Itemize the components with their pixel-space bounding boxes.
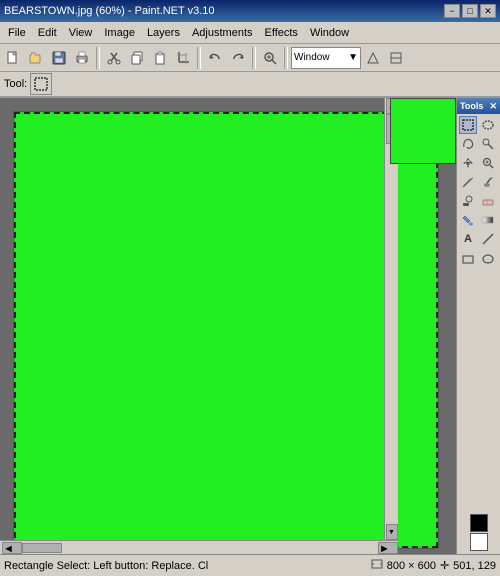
- thumbnail-preview: [390, 98, 456, 164]
- status-right: 800 × 600 ✛ 501, 129: [371, 558, 496, 573]
- open-button[interactable]: [25, 47, 47, 69]
- menu-image[interactable]: Image: [98, 23, 141, 43]
- tool-gradient[interactable]: [479, 211, 497, 229]
- status-bar: Rectangle Select: Left button: Replace. …: [0, 554, 500, 576]
- h-scroll-track[interactable]: [22, 543, 378, 553]
- color-palette[interactable]: [457, 511, 500, 554]
- title-text: BEARSTOWN.jpg (60%) - Paint.NET v3.10: [4, 5, 215, 17]
- coord-icon: ✛: [440, 559, 449, 572]
- menu-layers[interactable]: Layers: [141, 23, 186, 43]
- tool-label: Tool:: [4, 78, 27, 90]
- menu-adjustments[interactable]: Adjustments: [186, 23, 259, 43]
- separator-2: [197, 47, 201, 69]
- canvas-wrapper[interactable]: ◄ ► ▲ ▼: [0, 98, 456, 554]
- tool-text[interactable]: A: [459, 230, 477, 248]
- separator-1: [96, 47, 100, 69]
- separator-4: [284, 47, 288, 69]
- tools-panel: Tools ✕: [456, 98, 500, 554]
- tool-pencil[interactable]: [459, 173, 477, 191]
- tool-ellipse-select[interactable]: [479, 116, 497, 134]
- menu-edit[interactable]: Edit: [32, 23, 63, 43]
- tool-zoom[interactable]: [479, 154, 497, 172]
- tools-close[interactable]: ✕: [489, 101, 497, 112]
- new-button[interactable]: [2, 47, 24, 69]
- tool-line[interactable]: [479, 230, 497, 248]
- title-buttons: − □ ✕: [444, 4, 496, 18]
- zoom-button[interactable]: [259, 47, 281, 69]
- v-scroll-down[interactable]: ▼: [386, 524, 398, 540]
- tool-brush[interactable]: [479, 173, 497, 191]
- vertical-scrollbar[interactable]: ▲ ▼: [384, 98, 398, 540]
- maximize-button[interactable]: □: [462, 4, 478, 18]
- copy-button[interactable]: [126, 47, 148, 69]
- v-scroll-track[interactable]: [386, 114, 398, 524]
- close-button[interactable]: ✕: [480, 4, 496, 18]
- tool-shapes2[interactable]: [479, 249, 497, 267]
- menu-bar: File Edit View Image Layers Adjustments …: [0, 22, 500, 44]
- undo-button[interactable]: [204, 47, 226, 69]
- horizontal-scrollbar[interactable]: ◄ ►: [0, 540, 398, 554]
- separator-3: [252, 47, 256, 69]
- tb-extra2[interactable]: [385, 47, 407, 69]
- tool-shapes1[interactable]: [459, 249, 477, 267]
- canvas-image[interactable]: [14, 112, 438, 548]
- canvas-content: [16, 114, 436, 546]
- tool-eraser[interactable]: [479, 192, 497, 210]
- tool-rect-select[interactable]: [459, 116, 477, 134]
- crop-button[interactable]: [172, 47, 194, 69]
- print-button[interactable]: [71, 47, 93, 69]
- tool-lasso[interactable]: [459, 135, 477, 153]
- background-color[interactable]: [470, 533, 488, 551]
- paste-button[interactable]: [149, 47, 171, 69]
- redo-button[interactable]: [227, 47, 249, 69]
- window-dropdown[interactable]: Window ▼: [291, 47, 361, 69]
- canvas-size: 800 × 600: [387, 560, 436, 572]
- tb-extra1[interactable]: [362, 47, 384, 69]
- tools-header: Tools ✕: [457, 98, 500, 114]
- cursor-coords: 501, 129: [453, 560, 496, 572]
- toolbar2: Tool:: [0, 72, 500, 98]
- h-scroll-thumb[interactable]: [22, 543, 62, 553]
- minimize-button[interactable]: −: [444, 4, 460, 18]
- menu-window[interactable]: Window: [304, 23, 355, 43]
- tool-magic-wand[interactable]: [479, 135, 497, 153]
- main-area: ◄ ► ▲ ▼ Tools ✕: [0, 98, 500, 554]
- size-icon: [371, 558, 383, 573]
- h-scroll-left[interactable]: ◄: [2, 542, 22, 554]
- status-message: Rectangle Select: Left button: Replace. …: [4, 560, 208, 572]
- tool-move[interactable]: [459, 154, 477, 172]
- menu-effects[interactable]: Effects: [259, 23, 304, 43]
- foreground-color[interactable]: [470, 514, 488, 532]
- menu-file[interactable]: File: [2, 23, 32, 43]
- tools-grid: A: [457, 114, 500, 269]
- save-button[interactable]: [48, 47, 70, 69]
- menu-view[interactable]: View: [63, 23, 99, 43]
- tool-fill[interactable]: [459, 211, 477, 229]
- cut-button[interactable]: [103, 47, 125, 69]
- tools-title: Tools: [460, 101, 483, 111]
- tool-clone[interactable]: [459, 192, 477, 210]
- current-tool-icon: [30, 73, 52, 95]
- title-bar: BEARSTOWN.jpg (60%) - Paint.NET v3.10 − …: [0, 0, 500, 22]
- h-scroll-right[interactable]: ►: [378, 542, 398, 554]
- toolbar: Window ▼: [0, 44, 500, 72]
